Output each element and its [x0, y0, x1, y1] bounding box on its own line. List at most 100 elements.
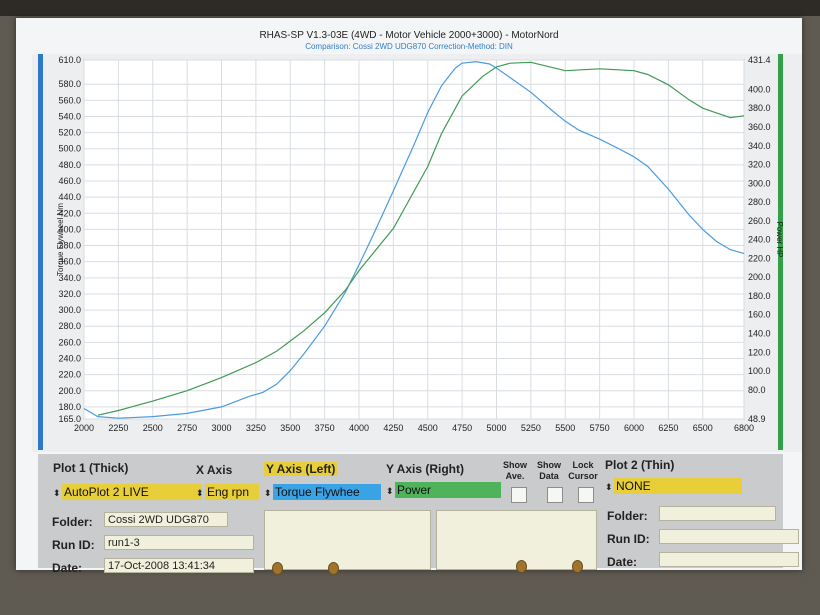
- chart-title: RHAS-SP V1.3-03E (4WD - Motor Vehicle 20…: [259, 30, 559, 41]
- plot2-select[interactable]: ⬍ NONE: [605, 478, 743, 494]
- y-tick-label: 440.0: [58, 192, 81, 202]
- xaxis-select-value: Eng rpn: [205, 484, 259, 500]
- y2-tick-label: 300.0: [748, 178, 771, 188]
- y-tick-label: 540.0: [58, 111, 81, 121]
- plot2-runid-label: Run ID:: [607, 532, 650, 546]
- printout-sheet: RHAS-SP V1.3-03E (4WD - Motor Vehicle 20…: [16, 18, 802, 575]
- y2-tick-label: 140.0: [748, 328, 771, 338]
- y2-tick-label: 431.4: [748, 55, 771, 65]
- y2-tick-label: 280.0: [748, 197, 771, 207]
- yleft-label: Y Axis (Left): [264, 462, 338, 476]
- x-tick-label: 4250: [383, 423, 403, 433]
- binder-hole: [572, 560, 583, 573]
- plot2-date-label: Date:: [607, 555, 638, 569]
- x-tick-label: 6000: [624, 423, 644, 433]
- plot1-label: Plot 1 (Thick): [53, 461, 129, 475]
- y-tick-label: 240.0: [58, 353, 81, 363]
- y-tick-label: 560.0: [58, 95, 81, 105]
- yright-select-value: Power: [395, 482, 501, 498]
- y-tick-label: 610.0: [58, 55, 81, 65]
- updown-arrows-icon: ⬍: [386, 486, 394, 496]
- control-panel: Plot 1 (Thick) X Axis Y Axis (Left) Y Ax…: [38, 454, 799, 575]
- notes-box-1[interactable]: [264, 510, 431, 570]
- plot2-date-field[interactable]: [659, 552, 799, 567]
- plot2-label: Plot 2 (Thin): [605, 458, 675, 472]
- y2-tick-label: 120.0: [748, 347, 771, 357]
- xaxis-select[interactable]: ⬍ Eng rpn: [196, 484, 260, 500]
- show-ave-label: Show Ave.: [503, 460, 527, 481]
- x-tick-label: 5500: [555, 423, 575, 433]
- show-data-label: Show Data: [537, 460, 561, 481]
- y2-axis-title: Power HP: [775, 221, 784, 257]
- y-tick-label: 300.0: [58, 305, 81, 315]
- updown-arrows-icon: ⬍: [196, 488, 204, 498]
- yright-label: Y Axis (Right): [386, 462, 465, 476]
- binder-hole: [272, 562, 283, 575]
- plot-area: [83, 59, 745, 420]
- x-tick-label: 3750: [315, 423, 335, 433]
- x-tick-label: 5250: [521, 423, 541, 433]
- lock-cursor-checkbox[interactable]: [578, 487, 594, 503]
- y2-tick-label: 80.0: [748, 385, 766, 395]
- yleft-select-value: Torque Flywhee: [273, 484, 381, 500]
- folder-label: Folder:: [52, 515, 93, 529]
- chart-subtitle: Comparison: Cossi 2WD UDG870 Correction-…: [305, 42, 513, 51]
- yleft-select[interactable]: ⬍ Torque Flywhee: [264, 484, 382, 500]
- plot2-runid-field[interactable]: [659, 529, 799, 544]
- y2-tick-label: 100.0: [748, 366, 771, 376]
- x-tick-label: 2000: [74, 423, 94, 433]
- xaxis-label: X Axis: [196, 463, 233, 477]
- x-tick-label: 3000: [211, 423, 231, 433]
- x-tick-label: 6250: [658, 423, 678, 433]
- y2-tick-label: 48.9: [748, 414, 766, 424]
- folder-field[interactable]: Cossi 2WD UDG870: [104, 512, 228, 527]
- x-tick-label: 4000: [349, 423, 369, 433]
- date-field[interactable]: 17-Oct-2008 13:41:34: [104, 558, 254, 573]
- plot1-select[interactable]: ⬍ AutoPlot 2 LIVE: [53, 484, 203, 500]
- show-ave-checkbox[interactable]: [511, 487, 527, 503]
- dyno-chart[interactable]: 2000 2250 2500 2750 3000 3250 3500 3750 4000 4250…: [32, 54, 802, 452]
- y2-tick-label: 340.0: [748, 141, 771, 151]
- x-tick-label: 4750: [452, 423, 472, 433]
- y2-tick-label: 260.0: [748, 216, 771, 226]
- x-tick-label: 4500: [418, 423, 438, 433]
- y-tick-label: 500.0: [58, 144, 81, 154]
- plot2-select-value: NONE: [614, 478, 742, 494]
- y-tick-label: 320.0: [58, 289, 81, 299]
- binder-hole: [516, 560, 527, 573]
- runid-label: Run ID:: [52, 538, 95, 552]
- y2-tick-label: 220.0: [748, 253, 771, 263]
- date-label: Date:: [52, 561, 83, 575]
- y2-tick-label: 320.0: [748, 160, 771, 170]
- y-tick-label: 200.0: [58, 386, 81, 396]
- x-tick-label: 6800: [734, 423, 754, 433]
- plot2-folder-label: Folder:: [607, 509, 648, 523]
- x-tick-label: 2500: [143, 423, 163, 433]
- runid-field[interactable]: run1-3: [104, 535, 254, 550]
- y-tick-label: 460.0: [58, 176, 81, 186]
- y-tick-label: 180.0: [58, 402, 81, 412]
- x-tick-label: 3500: [280, 423, 300, 433]
- x-tick-label: 3250: [246, 423, 266, 433]
- y-tick-label: 520.0: [58, 128, 81, 138]
- plot2-folder-field[interactable]: [659, 506, 776, 521]
- show-data-checkbox[interactable]: [547, 487, 563, 503]
- y2-tick-label: 200.0: [748, 272, 771, 282]
- y2-tick-label: 240.0: [748, 235, 771, 245]
- x-tick-label: 2250: [108, 423, 128, 433]
- x-tick-label: 5750: [590, 423, 610, 433]
- x-tick-label: 2750: [177, 423, 197, 433]
- y-tick-label: 480.0: [58, 160, 81, 170]
- y-axis-title: Torque Flywheel Nm: [56, 203, 65, 276]
- updown-arrows-icon: ⬍: [605, 482, 613, 492]
- y2-tick-label: 360.0: [748, 122, 771, 132]
- binder-hole: [328, 562, 339, 575]
- y-tick-label: 580.0: [58, 79, 81, 89]
- plot1-select-value: AutoPlot 2 LIVE: [62, 484, 202, 500]
- x-tick-label: 5000: [486, 423, 506, 433]
- y-tick-label: 165.0: [58, 414, 81, 424]
- yright-select[interactable]: ⬍ Power: [386, 482, 502, 498]
- y-tick-label: 260.0: [58, 337, 81, 347]
- lock-cursor-label: Lock Cursor: [568, 460, 598, 481]
- x-tick-label: 6500: [693, 423, 713, 433]
